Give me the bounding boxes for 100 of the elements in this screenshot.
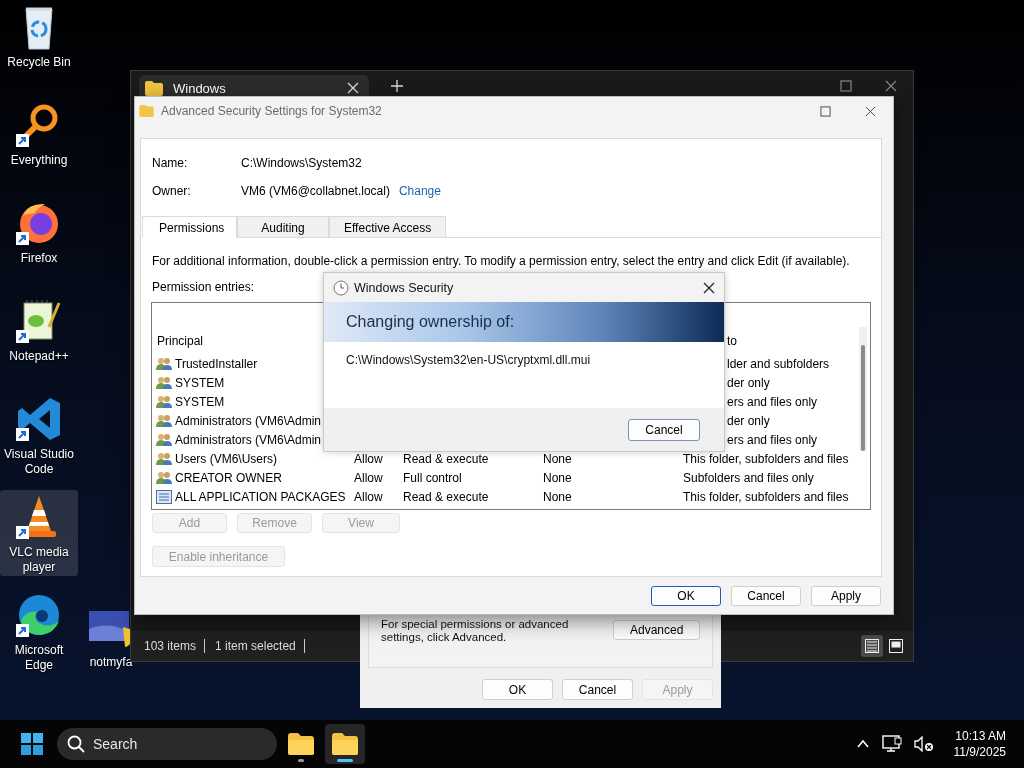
desktop-shortcut[interactable]: Visual Studio Code xyxy=(0,392,78,478)
table-cell-text: Subfolders and files only xyxy=(683,470,815,485)
instruction-text: For additional information, double-click a permission entry. To modify a permission entry, select the entry and click Edit (if available). xyxy=(151,254,851,269)
table-cell-text: der only xyxy=(726,375,771,390)
scrollbar-thumb[interactable] xyxy=(861,345,865,451)
folder-icon xyxy=(288,733,314,755)
folder-icon xyxy=(145,80,163,96)
icon-label: Microsoft Edge xyxy=(13,643,65,673)
table-cell-text: None xyxy=(543,489,573,504)
table-cell-text: This folder, subfolders and files xyxy=(683,489,850,504)
table-cell: Administrators (VM6\Admin xyxy=(175,413,322,428)
icon-label: Visual Studio Code xyxy=(3,447,75,477)
table-cell-text: lder and subfolders xyxy=(726,356,831,371)
preview-view-icon xyxy=(889,639,903,653)
desktop-shortcut[interactable]: Firefox xyxy=(0,196,78,282)
folder-icon xyxy=(332,733,358,755)
table-cell-text: None xyxy=(543,470,573,485)
icon-label: VLC media player xyxy=(8,545,70,575)
close-icon[interactable] xyxy=(703,281,715,294)
field-value: VM6 (VM6@collabnet.local) xyxy=(241,184,390,198)
list-label: Permission entries: xyxy=(151,280,255,295)
network-monitor-icon[interactable] xyxy=(881,735,902,753)
column-header: to xyxy=(726,334,738,348)
desktop-shortcut[interactable]: Microsoft Edge xyxy=(0,588,78,674)
window-title: Windows Security xyxy=(354,280,454,295)
icon-label: Firefox xyxy=(20,251,58,266)
users-icon xyxy=(156,432,172,447)
tab[interactable]: Effective Access xyxy=(329,216,447,238)
package-grid-icon xyxy=(156,489,172,504)
speaker-muted-icon[interactable] xyxy=(913,735,934,753)
desktop-shortcut[interactable]: Notepad++ xyxy=(0,294,78,380)
maximize-icon[interactable] xyxy=(840,80,852,92)
ribbon-icon xyxy=(15,395,63,443)
clock-date: 11/9/2025 xyxy=(953,744,1006,760)
desktop-shortcut[interactable]: Everything xyxy=(0,98,78,184)
window-title: Advanced Security Settings for System32 xyxy=(161,104,382,118)
advanced-button[interactable]: Advanced xyxy=(613,620,700,640)
close-icon[interactable] xyxy=(865,105,876,117)
users-icon xyxy=(156,394,172,409)
plus-icon[interactable] xyxy=(391,80,403,92)
icon-label: Recycle Bin xyxy=(7,55,71,70)
scrollbar[interactable] xyxy=(859,327,867,451)
table-cell-text: ers and files only xyxy=(726,432,819,447)
table-cell: CREATOR OWNER xyxy=(175,470,282,485)
clock-time: 10:13 AM xyxy=(955,728,1006,744)
dialog-button[interactable]: OK xyxy=(651,586,721,606)
table-cell-text: This folder, subfolders and files xyxy=(683,451,850,466)
field-label: Name: xyxy=(152,156,189,170)
windows-start-icon[interactable] xyxy=(21,733,43,755)
users-icon xyxy=(156,356,172,371)
users-icon xyxy=(156,470,172,485)
table-cell-text: der only xyxy=(726,413,771,428)
icon-label: Everything xyxy=(10,153,68,168)
desktop-shortcut[interactable]: VLC media player xyxy=(0,490,78,576)
table-cell-text: Read & execute xyxy=(403,489,490,504)
table-cell: TrustedInstaller xyxy=(175,356,258,371)
hint-text: For special permissions or advanced settings, click Advanced. xyxy=(381,618,570,644)
notepad-icon xyxy=(15,297,63,345)
dialog-heading: Changing ownership of: xyxy=(346,313,515,331)
change-link[interactable]: Change xyxy=(398,184,441,198)
table-cell-text: None xyxy=(543,451,573,466)
field-value: C:\Windows\System32 xyxy=(241,156,362,170)
dialog-button[interactable]: Apply xyxy=(811,586,881,606)
maximize-icon[interactable] xyxy=(820,105,831,117)
table-cell: SYSTEM xyxy=(175,375,225,390)
cancel-button[interactable]: Cancel xyxy=(628,418,700,441)
column-header: Principal xyxy=(156,334,205,348)
desktop-shortcut[interactable]: Recycle Bin xyxy=(0,0,78,86)
icon-label: notmyfa xyxy=(89,655,133,670)
table-cell: SYSTEM xyxy=(175,394,225,409)
clock-icon xyxy=(333,279,349,296)
clock[interactable]: 10:13 AM 11/9/2025 xyxy=(953,728,1006,760)
list-view-icon xyxy=(865,639,879,653)
table-cell: Users (VM6\Users) xyxy=(175,451,277,466)
status-text: 1 item selected xyxy=(215,639,297,653)
table-cell-text: Allow xyxy=(354,470,384,485)
table-cell-text: Allow xyxy=(354,489,384,504)
table-cell: Administrators (VM6\Admin xyxy=(175,432,322,447)
table-cell-text: ers and files only xyxy=(726,394,819,409)
table-cell: ALL APPLICATION PACKAGES xyxy=(175,489,346,504)
tab[interactable]: Permissions xyxy=(142,216,237,238)
taskbar-app[interactable] xyxy=(325,724,365,764)
users-icon xyxy=(156,375,172,390)
status-text: 103 items xyxy=(144,639,198,653)
search-field[interactable]: Search xyxy=(57,728,277,760)
users-icon xyxy=(156,451,172,466)
tab[interactable]: Auditing xyxy=(237,216,329,238)
dialog-button[interactable]: OK xyxy=(482,679,553,700)
icon-label: Notepad++ xyxy=(9,349,69,364)
view-button[interactable] xyxy=(861,635,883,657)
tab-title: Windows xyxy=(173,80,227,96)
file-path: C:\Windows\System32\en-US\cryptxml.dll.mui xyxy=(346,353,591,367)
folder-icon xyxy=(139,105,154,117)
table-cell-text: Allow xyxy=(354,451,384,466)
users-icon xyxy=(156,413,172,428)
dialog-button[interactable]: Cancel xyxy=(562,679,633,700)
field-label: Owner: xyxy=(152,184,192,198)
search-icon xyxy=(67,735,85,753)
table-cell-text: Full control xyxy=(403,470,463,485)
dialog-button[interactable]: Cancel xyxy=(731,586,801,606)
